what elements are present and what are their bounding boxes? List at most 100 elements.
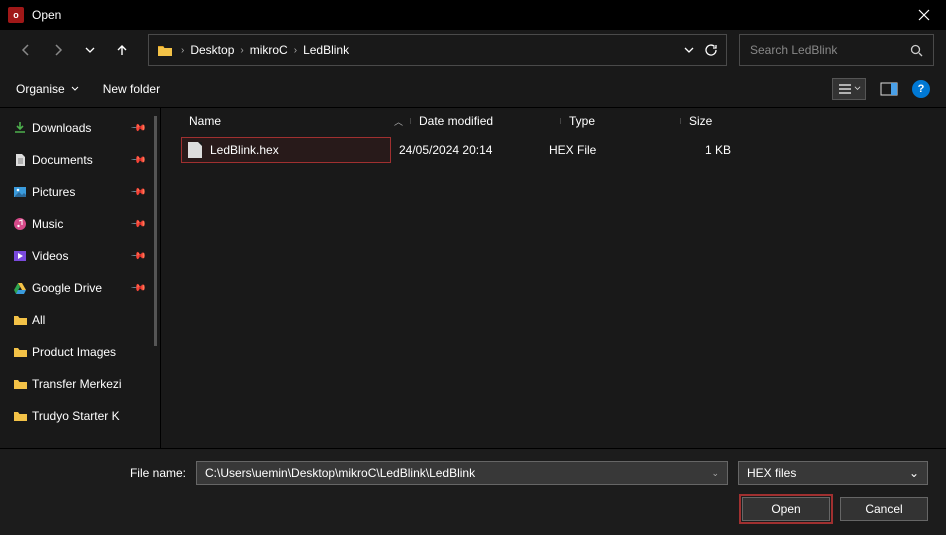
sidebar-item-label: Trudyo Starter K (32, 409, 120, 423)
download-icon (12, 120, 28, 136)
sidebar-item-documents[interactable]: Documents 📌 (0, 144, 160, 176)
folder-icon (12, 344, 28, 360)
sidebar-item-label: Transfer Merkezi (32, 377, 122, 391)
forward-button[interactable] (44, 36, 72, 64)
sidebar-item-label: Documents (32, 153, 93, 167)
sidebar-item-label: Music (32, 217, 63, 231)
breadcrumb-desktop[interactable]: Desktop (190, 43, 234, 57)
pin-icon: 📌 (129, 280, 146, 297)
breadcrumb-ledblink[interactable]: LedBlink (303, 43, 349, 57)
close-button[interactable] (901, 0, 946, 30)
sidebar-item-gdrive[interactable]: Google Drive 📌 (0, 272, 160, 304)
sidebar-item-pictures[interactable]: Pictures 📌 (0, 176, 160, 208)
folder-icon (12, 408, 28, 424)
search-input[interactable]: Search LedBlink (739, 34, 934, 66)
new-folder-button[interactable]: New folder (103, 82, 160, 96)
folder-icon (12, 376, 28, 392)
file-date: 24/05/2024 20:14 (391, 143, 541, 157)
file-type: HEX File (541, 143, 661, 157)
sidebar-item-label: Pictures (32, 185, 75, 199)
bottom-panel: File name: C:\Users\uemin\Desktop\mikroC… (0, 448, 946, 535)
sidebar-item-transfer[interactable]: Transfer Merkezi (0, 368, 160, 400)
refresh-button[interactable] (704, 43, 718, 57)
chevron-down-icon: ⌄ (711, 468, 719, 479)
sidebar-item-label: Videos (32, 249, 68, 263)
pin-icon: 📌 (129, 120, 146, 137)
sidebar-item-videos[interactable]: Videos 📌 (0, 240, 160, 272)
column-type-label: Type (569, 114, 595, 128)
sidebar-item-all[interactable]: All (0, 304, 160, 336)
video-icon (12, 248, 28, 264)
filter-value: HEX files (747, 466, 796, 480)
column-name-label: Name (189, 114, 221, 128)
recent-dropdown[interactable] (76, 36, 104, 64)
organise-label: Organise (16, 82, 65, 96)
column-name[interactable]: Name ︿ (181, 114, 411, 128)
app-icon: o (8, 7, 24, 23)
filename-input[interactable]: C:\Users\uemin\Desktop\mikroC\LedBlink\L… (196, 461, 728, 485)
column-size[interactable]: Size (681, 114, 781, 128)
column-type[interactable]: Type (561, 114, 681, 128)
address-dropdown[interactable] (684, 45, 694, 55)
titlebar: o Open (0, 0, 946, 30)
file-name: LedBlink.hex (210, 143, 279, 157)
file-list: Name ︿ Date modified Type Size LedBlink.… (160, 108, 946, 448)
view-mode-button[interactable] (832, 78, 866, 100)
organise-menu[interactable]: Organise (16, 82, 79, 96)
sidebar-item-downloads[interactable]: Downloads 📌 (0, 112, 160, 144)
chevron-down-icon (854, 85, 861, 92)
sidebar-item-label: Product Images (32, 345, 116, 359)
help-button[interactable]: ? (912, 80, 930, 98)
gdrive-icon (12, 280, 28, 296)
filename-value: C:\Users\uemin\Desktop\mikroC\LedBlink\L… (205, 466, 475, 480)
column-date[interactable]: Date modified (411, 114, 561, 128)
preview-pane-button[interactable] (878, 78, 900, 100)
sort-asc-icon: ︿ (394, 115, 403, 128)
chevron-right-icon: › (181, 45, 184, 56)
back-button[interactable] (12, 36, 40, 64)
sidebar-item-label: Google Drive (32, 281, 102, 295)
file-size: 1 KB (661, 143, 761, 157)
breadcrumb-mikroc[interactable]: mikroC (250, 43, 288, 57)
window-title: Open (32, 8, 901, 22)
doc-icon (12, 152, 28, 168)
address-bar[interactable]: › Desktop › mikroC › LedBlink (148, 34, 727, 66)
toolbar: Organise New folder ? (0, 70, 946, 108)
sidebar-item-label: Downloads (32, 121, 91, 135)
pin-icon: 📌 (129, 216, 146, 233)
chevron-right-icon: › (240, 45, 243, 56)
sidebar-item-label: All (32, 313, 45, 327)
open-button[interactable]: Open (742, 497, 830, 521)
panel-icon (880, 82, 898, 96)
pic-icon (12, 184, 28, 200)
column-headers: Name ︿ Date modified Type Size (161, 108, 946, 134)
cancel-button[interactable]: Cancel (840, 497, 928, 521)
sidebar-item-trudyo[interactable]: Trudyo Starter K (0, 400, 160, 432)
chevron-down-icon: ⌄ (909, 466, 919, 480)
pin-icon: 📌 (129, 184, 146, 201)
column-size-label: Size (689, 114, 712, 128)
list-icon (838, 83, 852, 95)
filename-label: File name: (18, 466, 186, 480)
search-icon (910, 44, 923, 57)
file-row[interactable]: LedBlink.hex 24/05/2024 20:14 HEX File 1… (161, 134, 946, 166)
file-icon (188, 142, 202, 158)
column-date-label: Date modified (419, 114, 493, 128)
up-button[interactable] (108, 36, 136, 64)
breadcrumb: Desktop › mikroC › LedBlink (190, 43, 349, 57)
sidebar: Downloads 📌 Documents 📌 Pictures 📌 Music… (0, 108, 160, 448)
file-type-filter[interactable]: HEX files ⌄ (738, 461, 928, 485)
chevron-down-icon (71, 85, 79, 93)
folder-icon (157, 43, 173, 57)
search-placeholder: Search LedBlink (750, 43, 910, 57)
main-area: Downloads 📌 Documents 📌 Pictures 📌 Music… (0, 108, 946, 448)
nav-row: › Desktop › mikroC › LedBlink Search Led… (0, 30, 946, 70)
pin-icon: 📌 (129, 152, 146, 169)
chevron-right-icon: › (294, 45, 297, 56)
sidebar-scrollbar[interactable] (150, 116, 160, 440)
folder-icon (12, 312, 28, 328)
pin-icon: 📌 (129, 248, 146, 265)
sidebar-item-product-images[interactable]: Product Images (0, 336, 160, 368)
music-icon (12, 216, 28, 232)
sidebar-item-music[interactable]: Music 📌 (0, 208, 160, 240)
